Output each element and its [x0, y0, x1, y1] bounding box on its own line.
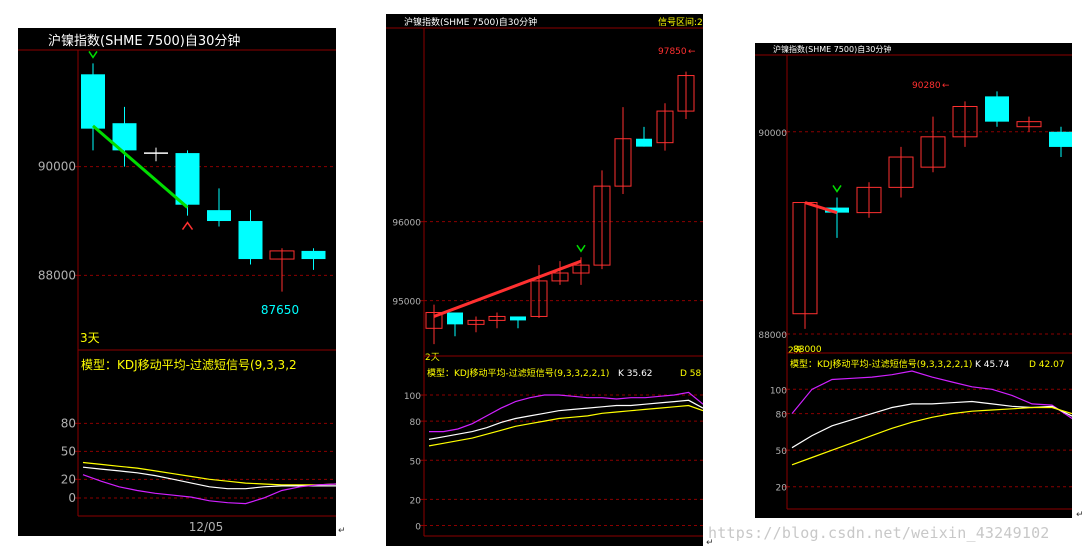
- chart-panel-1: 沪镍指数(SHME 7500)自30分钟 90000 88000 87650 3天模型：…: [18, 28, 336, 536]
- indicator-tick-label: 0: [68, 491, 76, 505]
- para-mark-3: ↵: [1076, 510, 1084, 520]
- period-label: 2天: [425, 353, 440, 363]
- high-price-arrow: ←: [942, 81, 950, 91]
- indicator-tick-label: 0: [415, 522, 421, 532]
- indicator-tick-label: 50: [410, 457, 422, 467]
- period-label: 2天: [788, 346, 803, 356]
- candle-body: [301, 250, 326, 260]
- candle-body: [447, 312, 463, 325]
- chart-title: 沪镍指数(SHME 7500)自30分钟: [773, 44, 891, 54]
- indicator-tick-label: 20: [61, 472, 76, 486]
- indicator-series-magenta: [791, 370, 1072, 419]
- indicator-series-yellow: [82, 461, 336, 486]
- watermark: https://blog.csdn.net/weixin_43249102: [708, 524, 1050, 542]
- low-price-label: 87650: [261, 303, 299, 317]
- indicator-series-yellow: [791, 406, 1072, 466]
- period-label: 3天: [80, 331, 100, 345]
- high-price-label: 97850: [658, 47, 687, 57]
- chart-title: 沪镍指数(SHME 7500)自30分钟: [48, 33, 240, 49]
- indicator-tick-label: 20: [776, 484, 788, 494]
- indicator-tick-label: 100: [770, 386, 787, 396]
- indicator-k-value: K 35.62: [618, 369, 653, 379]
- indicator-series-white: [428, 399, 703, 440]
- candle-body: [238, 221, 263, 260]
- chart-title: 沪镍指数(SHME 7500)自30分钟: [404, 16, 537, 28]
- indicator-series-yellow: [428, 404, 703, 447]
- high-price-label: 90280: [912, 81, 941, 91]
- signal-zone-label: 信号区间:2: [658, 16, 703, 28]
- indicator-tick-label: 50: [776, 447, 788, 457]
- indicator-series-white: [82, 466, 336, 490]
- indicator-series-white: [791, 400, 1072, 449]
- indicator-k-value: K 45.74: [975, 360, 1010, 370]
- sell-signal-marker: [181, 221, 194, 231]
- indicator-label: 模型：KDJ移动平均-过滤短信号(9,3,3,2,2,1): [790, 358, 972, 370]
- chart-svg-1: 沪镍指数(SHME 7500)自30分钟 90000 88000 87650 3天模型：…: [18, 33, 336, 534]
- candle-body: [985, 96, 1009, 122]
- trend-line: [92, 124, 189, 209]
- candle-body: [1049, 131, 1072, 147]
- indicator-d-value: D 58: [680, 369, 702, 379]
- price-tick-label: 88000: [38, 268, 76, 282]
- indicator-label: 模型：KDJ移动平均-过滤短信号(9,3,3,2: [81, 358, 297, 372]
- buy-signal-marker: [576, 244, 586, 253]
- indicator-tick-label: 100: [404, 392, 421, 402]
- price-tick-label: 90000: [758, 129, 787, 139]
- price-tick-label: 88000: [758, 331, 787, 341]
- candle-body: [510, 316, 526, 321]
- high-price-arrow: ←: [688, 47, 696, 57]
- candle-body: [207, 210, 231, 222]
- buy-signal-marker: [88, 51, 98, 59]
- chart-panel-2: 沪镍指数(SHME 7500)自30分钟 信号区间:2 96000 95000 9785…: [386, 14, 703, 546]
- indicator-series-magenta: [429, 391, 703, 433]
- buy-signal-marker: [832, 185, 842, 193]
- chart-svg-2: 沪镍指数(SHME 7500)自30分钟 信号区间:2 96000 95000 9785…: [386, 16, 703, 537]
- indicator-tick-label: 80: [61, 416, 76, 430]
- indicator-tick-label: 80: [776, 411, 788, 421]
- indicator-label: 模型：KDJ移动平均-过滤短信号(9,3,3,2,2,1): [427, 367, 609, 379]
- candle-body: [175, 153, 200, 205]
- indicator-tick-label: 80: [410, 418, 422, 428]
- indicator-tick-label: 50: [61, 444, 76, 458]
- indicator-d-value: D 42.07: [1029, 360, 1065, 370]
- x-tick-label: 12/05: [189, 520, 224, 534]
- price-tick-label: 90000: [38, 160, 76, 174]
- chart-svg-3: 沪镍指数(SHME 7500)自30分钟900008800090280 ←8800…: [755, 44, 1072, 510]
- indicator-tick-label: 20: [410, 496, 422, 506]
- para-mark-1: ↵: [338, 526, 346, 536]
- candle-body: [636, 138, 652, 147]
- chart-panel-3: 沪镍指数(SHME 7500)自30分钟 90000 88000 90280 ← 8800…: [755, 43, 1072, 518]
- price-tick-label: 96000: [392, 219, 421, 229]
- trend-line: [433, 259, 582, 318]
- candle-body: [81, 74, 105, 129]
- price-tick-label: 95000: [392, 298, 421, 308]
